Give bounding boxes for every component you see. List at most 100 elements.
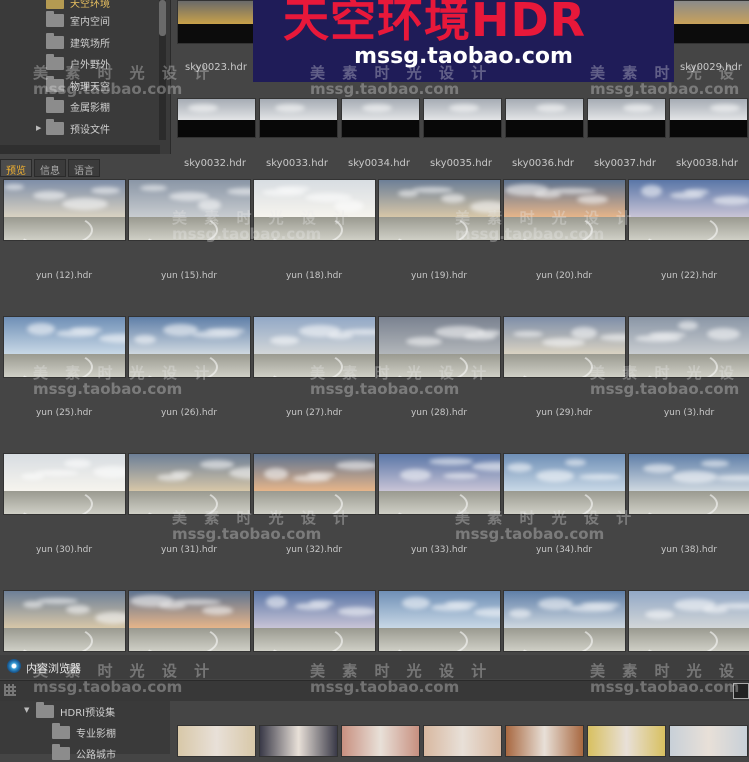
watermark: 美 素 时 光 设 计mssg.taobao.com bbox=[310, 65, 492, 98]
thumbnail-row5-4[interactable] bbox=[378, 590, 501, 652]
folder-icon bbox=[46, 10, 64, 27]
thumbnail-interior-1[interactable] bbox=[177, 725, 256, 757]
thumbnail-label: yun (19).hdr bbox=[410, 271, 468, 281]
expand-arrow-icon[interactable]: ▶ bbox=[36, 124, 41, 132]
thumbnail-label: yun (15).hdr bbox=[160, 271, 218, 281]
thumbnail-label: yun (28).hdr bbox=[410, 408, 468, 418]
watermark: 美 素 时 光 设 计mssg.taobao.com bbox=[310, 365, 492, 398]
thumbnail-yun32hdr[interactable] bbox=[253, 453, 376, 515]
thumbnail-label: yun (33).hdr bbox=[410, 545, 468, 555]
watermark: 美 素 时 光 设 计mssg.taobao.com bbox=[33, 65, 215, 98]
watermark-url: mssg.taobao.com bbox=[455, 224, 605, 243]
tree-item-metal-studio[interactable]: 金属影棚 bbox=[46, 96, 110, 115]
watermark: 美 素 时 光 设 计mssg.taobao.com bbox=[590, 365, 749, 398]
tab-language[interactable]: 语言 bbox=[68, 159, 100, 177]
thumbnail-sky0034[interactable] bbox=[341, 98, 420, 138]
thumbnail-interior-4[interactable] bbox=[423, 725, 502, 757]
tree-item-hdri-presets[interactable]: HDRI预设集 bbox=[36, 701, 115, 720]
watermark: 美 素 时 光 设 计mssg.taobao.com bbox=[455, 210, 637, 243]
watermark-url: mssg.taobao.com bbox=[590, 379, 740, 398]
tab-info[interactable]: 信息 bbox=[34, 159, 66, 177]
watermark: 美 素 时 光 设 计mssg.taobao.com bbox=[455, 510, 637, 543]
thumbnail-row5-3[interactable] bbox=[253, 590, 376, 652]
thumbnail-interior-2[interactable] bbox=[259, 725, 338, 757]
bottom-thumbnail-strip bbox=[172, 701, 749, 757]
watermark-url: mssg.taobao.com bbox=[172, 524, 322, 543]
thumbnail-row5-6[interactable] bbox=[628, 590, 749, 652]
tree-item-sky-env[interactable]: 天空环境 bbox=[46, 0, 110, 11]
watermark-url: mssg.taobao.com bbox=[310, 379, 460, 398]
thumbnail-sky0038[interactable] bbox=[669, 98, 748, 138]
folder-icon bbox=[46, 0, 64, 9]
expand-arrow-icon[interactable]: ▼ bbox=[24, 706, 29, 714]
thumbnail-sky0035[interactable] bbox=[423, 98, 502, 138]
thumbnail-interior-7[interactable] bbox=[669, 725, 748, 757]
watermark-url: mssg.taobao.com bbox=[33, 379, 183, 398]
banner-title: 天空环境HDR bbox=[283, 0, 587, 47]
folder-icon bbox=[46, 118, 64, 135]
thumbnail-row5-1[interactable] bbox=[3, 590, 126, 652]
thumbnail-label: yun (38).hdr bbox=[660, 545, 718, 555]
thumbnail-sky0029[interactable] bbox=[673, 0, 749, 44]
thumbnail-label: sky0035.hdr bbox=[430, 158, 492, 169]
tree-item-indoor[interactable]: 室内空间 bbox=[46, 10, 110, 29]
watermark-url: mssg.taobao.com bbox=[33, 79, 183, 98]
watermark: 美 素 时 光 设 计mssg.taobao.com bbox=[590, 65, 749, 98]
watermark-url: mssg.taobao.com bbox=[310, 79, 460, 98]
panel-tabs: 预览 信息 语言 bbox=[0, 159, 100, 177]
thumbnail-sky0032[interactable] bbox=[177, 98, 256, 138]
thumbnail-yun38hdr[interactable] bbox=[628, 453, 749, 515]
thumbnail-label: sky0038.hdr bbox=[676, 158, 738, 169]
thumbnail-label: yun (27).hdr bbox=[285, 408, 343, 418]
watermark-url: mssg.taobao.com bbox=[455, 524, 605, 543]
folder-icon bbox=[52, 722, 70, 739]
thumbnail-yun31hdr[interactable] bbox=[128, 453, 251, 515]
thumbnail-sky0036[interactable] bbox=[505, 98, 584, 138]
folder-icon bbox=[46, 96, 64, 113]
tab-preview[interactable]: 预览 bbox=[0, 159, 32, 177]
tree-item-pro-studio[interactable]: 专业影棚 bbox=[52, 722, 116, 741]
thumbnail-label: sky0034.hdr bbox=[348, 158, 410, 169]
thumbnail-interior-6[interactable] bbox=[587, 725, 666, 757]
thumbnail-label: yun (30).hdr bbox=[35, 545, 93, 555]
folder-icon bbox=[52, 743, 70, 760]
thumbnail-label: yun (12).hdr bbox=[35, 271, 93, 281]
thumbnail-label: yun (32).hdr bbox=[285, 545, 343, 555]
watermark-url: mssg.taobao.com bbox=[590, 677, 740, 696]
cinema4d-icon bbox=[7, 659, 21, 673]
thumbnail-label: yun (31).hdr bbox=[160, 545, 218, 555]
thumbnail-label: yun (20).hdr bbox=[535, 271, 593, 281]
thumbnail-label: sky0033.hdr bbox=[266, 158, 328, 169]
thumbnail-row5-2[interactable] bbox=[128, 590, 251, 652]
grip-icon[interactable] bbox=[4, 684, 16, 696]
tree-item-architecture[interactable]: 建筑场所 bbox=[46, 32, 110, 51]
thumbnail-yun12hdr[interactable] bbox=[3, 179, 126, 241]
watermark: 美 素 时 光 设 计mssg.taobao.com bbox=[172, 510, 354, 543]
thumbnail-label: yun (25).hdr bbox=[35, 408, 93, 418]
thumbnail-sky0033[interactable] bbox=[259, 98, 338, 138]
watermark: 美 素 时 光 设 计mssg.taobao.com bbox=[310, 663, 492, 696]
thumbnail-yun30hdr[interactable] bbox=[3, 453, 126, 515]
thumbnail-interior-3[interactable] bbox=[341, 725, 420, 757]
thumbnail-yun34hdr[interactable] bbox=[503, 453, 626, 515]
thumbnail-yun33hdr[interactable] bbox=[378, 453, 501, 515]
thumbnail-interior-5[interactable] bbox=[505, 725, 584, 757]
thumbnail-label: yun (29).hdr bbox=[535, 408, 593, 418]
thumbnail-yun22hdr[interactable] bbox=[628, 179, 749, 241]
tree-horizontal-scrollbar[interactable] bbox=[0, 145, 160, 154]
folder-icon bbox=[36, 701, 54, 718]
tree-scrollbar-thumb[interactable] bbox=[159, 0, 166, 36]
tree-item-road-city[interactable]: 公路城市 bbox=[52, 743, 116, 762]
thumbnail-row5-5[interactable] bbox=[503, 590, 626, 652]
thumbnail-label: yun (34).hdr bbox=[535, 545, 593, 555]
watermark: 美 素 时 光 设 计mssg.taobao.com bbox=[172, 210, 354, 243]
tree-item-presets[interactable]: 预设文件 bbox=[46, 118, 110, 137]
thumbnail-sky0037[interactable] bbox=[587, 98, 666, 138]
watermark: 美 素 时 光 设 计mssg.taobao.com bbox=[590, 663, 749, 696]
thumbnail-label: yun (3).hdr bbox=[663, 408, 715, 418]
watermark: 美 素 时 光 设 计mssg.taobao.com bbox=[33, 365, 215, 398]
thumbnail-sky0023[interactable] bbox=[177, 0, 257, 44]
bottom-folder-tree[interactable]: ▼ HDRI预设集 专业影棚 公路城市 bbox=[0, 701, 170, 761]
watermark-url: mssg.taobao.com bbox=[172, 224, 322, 243]
thumbnail-label: yun (22).hdr bbox=[660, 271, 718, 281]
